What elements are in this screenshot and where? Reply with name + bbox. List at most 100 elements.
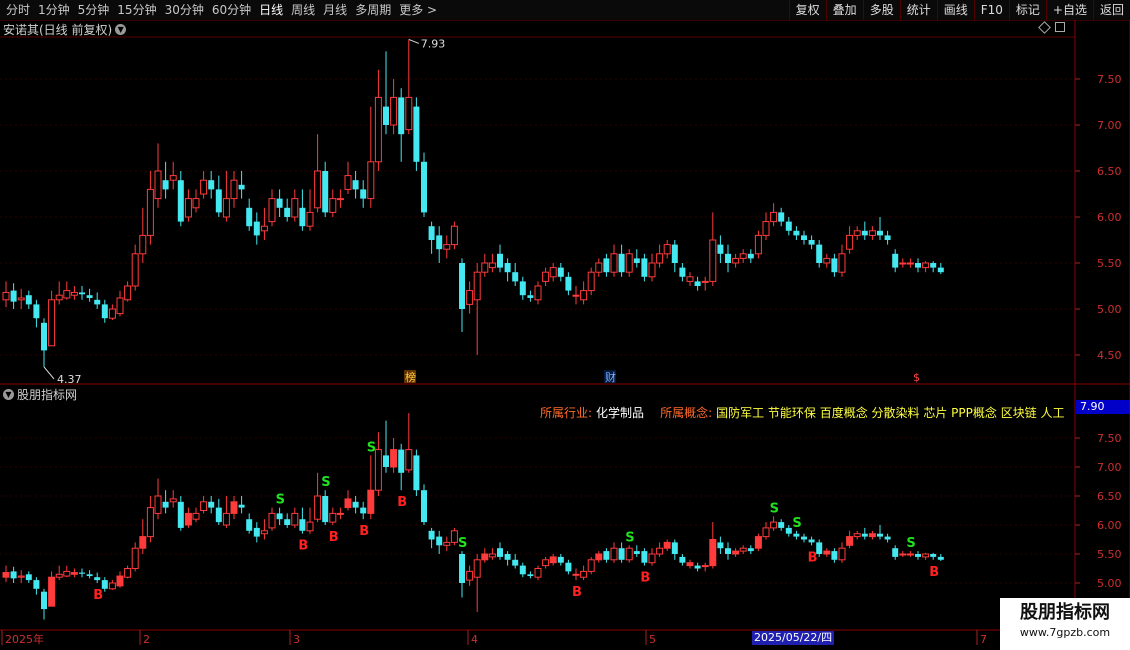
candle-body-down [527, 295, 534, 298]
tab-fenshi[interactable]: 分时 [2, 0, 34, 20]
candle-body-up [473, 271, 481, 301]
y-tick-label: 7.50 [1097, 73, 1122, 86]
candle-body-down [915, 554, 921, 557]
candle-body-down [253, 221, 260, 236]
candle-body-down [79, 292, 85, 295]
candle-body-down [276, 513, 283, 520]
indicator-candles [2, 413, 944, 620]
statistics-button[interactable]: 统计 [899, 0, 937, 20]
indicator-title[interactable]: ▼ 股朋指标网 [3, 386, 77, 403]
mark-button[interactable]: 标记 [1008, 0, 1046, 20]
candle-body-down [801, 235, 807, 240]
candle-body-up [405, 96, 413, 131]
candle-body-up [405, 449, 413, 471]
candle-body-up [823, 257, 831, 264]
candle-body-down [428, 226, 435, 240]
candle-body-up [169, 175, 177, 181]
tab-5min[interactable]: 5分钟 [74, 0, 114, 20]
chevron-down-icon[interactable]: ▼ [3, 389, 14, 400]
draw-line-button[interactable]: 画线 [936, 0, 974, 20]
candle-body-down [785, 527, 792, 534]
candle-body-up [63, 290, 71, 299]
fuquan-button[interactable]: 复权 [788, 0, 826, 20]
candle-body-down [299, 519, 306, 531]
candle-body-down [352, 501, 359, 508]
tab-1min[interactable]: 1分钟 [34, 0, 74, 20]
candle-body-down [428, 530, 435, 540]
candle-body-up [124, 285, 132, 301]
chevron-right-icon: > [427, 3, 438, 17]
tab-more[interactable]: 更多 > [395, 0, 441, 20]
candle-body-up [108, 308, 116, 319]
main-candles [2, 39, 944, 367]
buy-signal: B [640, 571, 650, 586]
candle-body-up [648, 262, 656, 278]
candle-body-up [260, 530, 268, 535]
candle-body-down [504, 554, 511, 560]
candle-body-up [481, 553, 489, 561]
candle-body-up [534, 568, 542, 578]
tab-daily[interactable]: 日线 [255, 0, 287, 20]
candle-body-down [831, 258, 838, 273]
tab-monthly[interactable]: 月线 [319, 0, 351, 20]
tab-60min[interactable]: 60分钟 [208, 0, 255, 20]
candle-body-down [322, 171, 329, 213]
candle-body-up [70, 291, 78, 296]
chart-title[interactable]: 安诺其(日线 前复权) ▼ [3, 21, 127, 38]
candle-body-down [519, 281, 526, 296]
event-marker-bg [404, 370, 416, 383]
chevron-down-icon[interactable]: ▼ [115, 24, 127, 35]
candle-body-up [739, 547, 747, 552]
square-icon[interactable] [1055, 22, 1065, 32]
candle-body-up [838, 547, 846, 561]
candle-body-down [641, 551, 648, 563]
buy-signal: B [93, 588, 103, 603]
diamond-icon[interactable] [1038, 21, 1051, 34]
candle-body-up [709, 539, 717, 567]
candle-body-up [344, 498, 352, 509]
candle-body-down [877, 230, 883, 236]
candle-body-up [770, 521, 778, 529]
event-marker: 财 [605, 370, 616, 384]
candle-body-up [306, 211, 314, 227]
candle-body-up [534, 285, 542, 301]
candle-body-down [33, 304, 40, 319]
candle-body-down [747, 548, 754, 552]
candle-body-down [360, 189, 367, 199]
candle-body-down [884, 235, 891, 240]
candle-body-up [572, 294, 580, 297]
candle-body-up [549, 267, 557, 278]
kline-chart[interactable]: 7.50 7.00 6.50 6.00 5.50 5.00 4.50 7.50 7.00 6.5… [0, 0, 1130, 650]
candle-body-up [184, 512, 192, 526]
candle-body-down [284, 519, 291, 525]
candle-body-down [413, 455, 420, 491]
f10-button[interactable]: F10 [973, 0, 1009, 20]
candle-body-down [246, 519, 253, 531]
candle-body-down [618, 548, 625, 560]
candle-body-up [230, 501, 238, 514]
candle-body-up [466, 290, 474, 305]
candle-body-down [215, 189, 222, 213]
multi-stock-button[interactable]: 多股 [862, 0, 900, 20]
buy-signal: B [929, 565, 939, 580]
candle-body-down [177, 180, 184, 222]
tab-15min[interactable]: 15分钟 [113, 0, 160, 20]
back-button[interactable]: 返回 [1092, 0, 1130, 20]
candle-body-down [208, 180, 215, 190]
add-favorite-button[interactable]: +自选 [1045, 0, 1093, 20]
candle-body-down [86, 574, 93, 577]
candle-body-down [497, 253, 503, 268]
tab-weekly[interactable]: 周线 [287, 0, 319, 20]
candle-body-up [906, 262, 914, 265]
tab-30min[interactable]: 30分钟 [161, 0, 208, 20]
candle-body-up [853, 230, 861, 236]
time-label: 2025年 [5, 632, 44, 646]
tab-multi-period[interactable]: 多周期 [351, 0, 395, 20]
overlay-button[interactable]: 叠加 [825, 0, 863, 20]
candle-body-down [808, 539, 815, 543]
candle-body-down [322, 496, 329, 523]
sell-signal: S [458, 536, 467, 551]
event-markers: 榜 财 $ [404, 370, 924, 384]
candle-body-up [762, 527, 770, 538]
event-marker-bg [912, 370, 924, 383]
